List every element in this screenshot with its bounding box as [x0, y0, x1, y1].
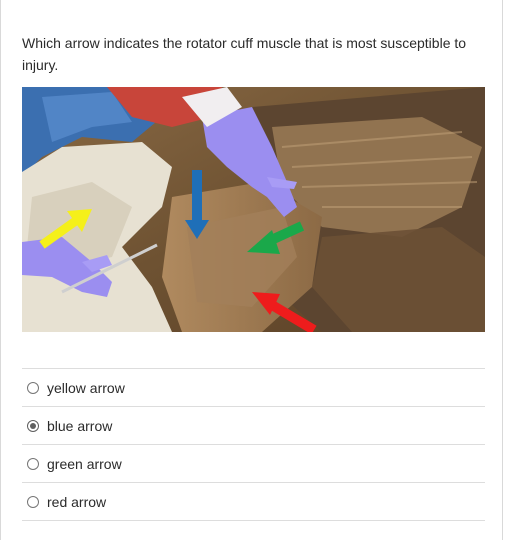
question-card: Which arrow indicates the rotator cuff m… — [0, 0, 503, 540]
radio-button[interactable] — [27, 495, 39, 508]
option-label: green arrow — [47, 455, 122, 472]
dissection-image — [22, 87, 485, 332]
option-label: blue arrow — [47, 417, 113, 434]
option-label: yellow arrow — [47, 379, 125, 396]
option-green-arrow[interactable]: green arrow — [22, 445, 485, 483]
option-red-arrow[interactable]: red arrow — [22, 483, 485, 521]
option-blue-arrow[interactable]: blue arrow — [22, 407, 485, 445]
dissection-photo — [22, 87, 485, 332]
radio-button[interactable] — [27, 381, 39, 394]
radio-button-selected[interactable] — [27, 419, 39, 432]
question-text: Which arrow indicates the rotator cuff m… — [22, 35, 467, 73]
option-label: red arrow — [47, 493, 107, 510]
option-yellow-arrow[interactable]: yellow arrow — [22, 369, 485, 407]
answer-options: yellow arrow blue arrow green arrow red … — [22, 368, 485, 521]
radio-button[interactable] — [27, 457, 39, 470]
